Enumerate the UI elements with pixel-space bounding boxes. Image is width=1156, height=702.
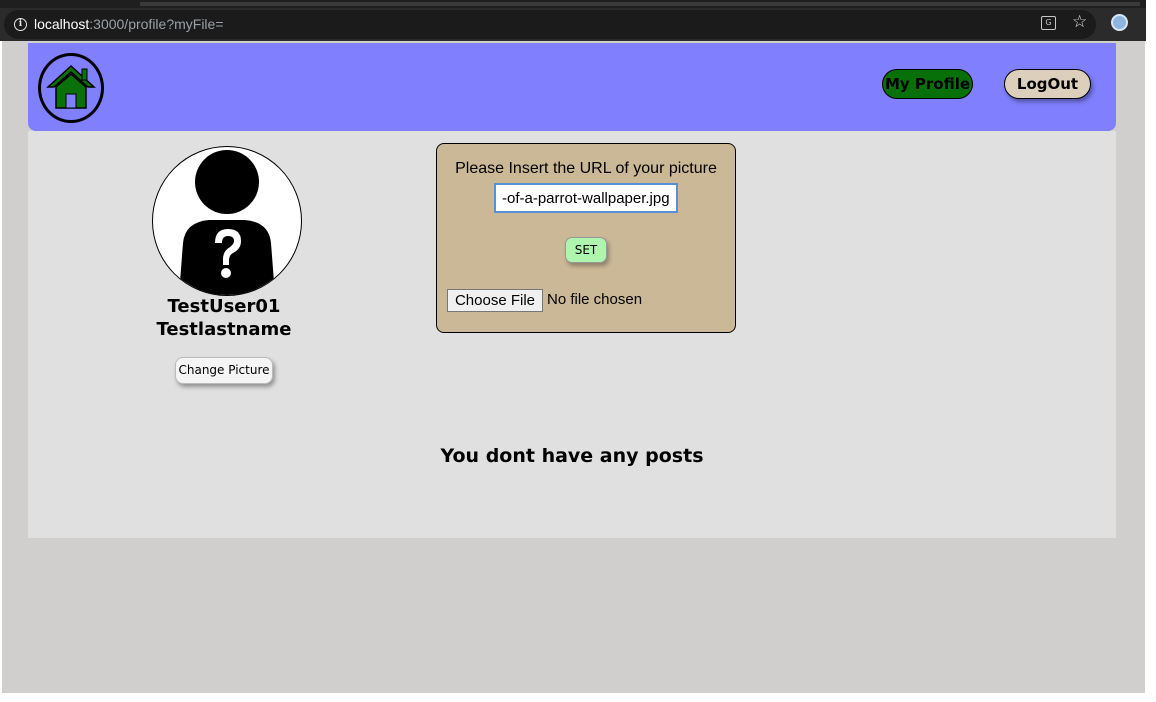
page-viewport: My Profile LogOut TestUser01 Testlastnam… bbox=[2, 41, 1145, 693]
set-button[interactable]: SET bbox=[565, 237, 607, 263]
browser-tab-strip bbox=[0, 0, 1146, 8]
extension-icon[interactable] bbox=[1111, 14, 1128, 31]
tab-strip-edge bbox=[140, 2, 1140, 6]
change-picture-button[interactable]: Change Picture bbox=[175, 357, 273, 384]
picture-url-input[interactable]: -of-a-parrot-wallpaper.jpg bbox=[494, 183, 678, 213]
unknown-user-icon bbox=[179, 150, 275, 295]
user-first-name: TestUser01 bbox=[167, 296, 281, 317]
url-path: :3000/profile?myFile= bbox=[89, 16, 224, 32]
home-button[interactable] bbox=[38, 53, 104, 123]
logout-button[interactable]: LogOut bbox=[1004, 69, 1091, 99]
user-last-name: Testlastname bbox=[156, 319, 292, 340]
picture-url-prompt: Please Insert the URL of your picture bbox=[455, 160, 717, 177]
navbar: My Profile LogOut bbox=[28, 43, 1116, 131]
url-text[interactable]: localhost:3000/profile?myFile= bbox=[34, 16, 224, 32]
avatar bbox=[152, 146, 302, 296]
browser-toolbar: i localhost:3000/profile?myFile= G ☆ bbox=[0, 8, 1146, 41]
info-icon[interactable]: i bbox=[14, 18, 27, 31]
address-bar[interactable]: i localhost:3000/profile?myFile= bbox=[4, 10, 1096, 39]
url-host: localhost bbox=[34, 16, 90, 32]
empty-posts-message: You dont have any posts bbox=[440, 445, 704, 467]
profile-content: TestUser01 Testlastname Change Picture P… bbox=[28, 131, 1116, 538]
bookmark-star-icon[interactable]: ☆ bbox=[1072, 12, 1087, 32]
house-icon bbox=[46, 64, 96, 109]
choose-file-button[interactable]: Choose File bbox=[447, 289, 543, 312]
translate-icon[interactable]: G bbox=[1041, 16, 1056, 30]
picture-upload-panel: Please Insert the URL of your picture -o… bbox=[436, 143, 736, 333]
file-status-text: No file chosen bbox=[547, 291, 643, 308]
my-profile-button[interactable]: My Profile bbox=[882, 69, 973, 99]
